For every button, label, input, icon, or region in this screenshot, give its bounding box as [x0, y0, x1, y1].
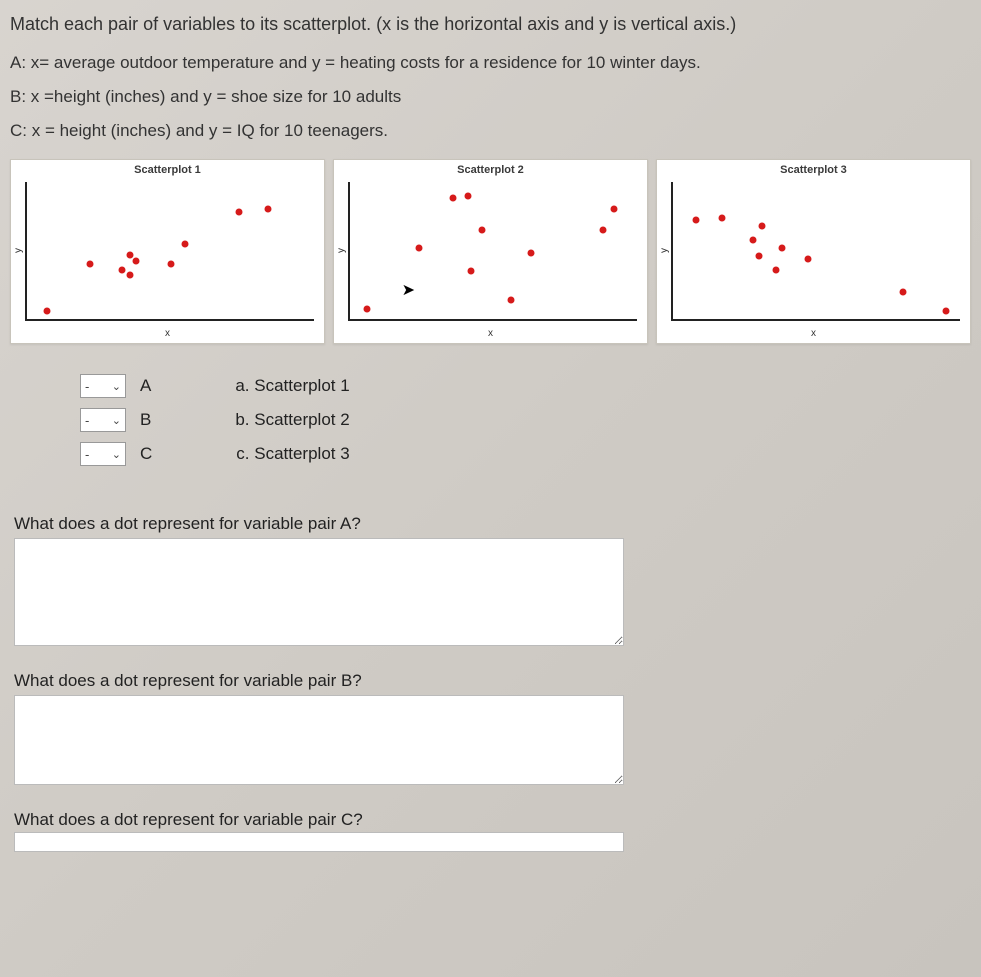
select-a[interactable]: -⌄ [80, 374, 126, 398]
instruction-text: Match each pair of variables to its scat… [10, 14, 971, 35]
scatterplot-3-axes [671, 182, 960, 321]
data-point [265, 206, 272, 213]
data-point [415, 244, 422, 251]
match-letter-a: A [140, 376, 151, 396]
data-point [773, 266, 780, 273]
question-c-label: What does a dot represent for variable p… [14, 810, 971, 830]
answer-a-textarea[interactable] [14, 538, 624, 646]
data-point [479, 226, 486, 233]
data-point [507, 296, 514, 303]
scatterplot-1-title: Scatterplot 1 [11, 164, 324, 176]
answer-c-textarea[interactable] [14, 832, 624, 852]
question-b-label: What does a dot represent for variable p… [14, 671, 971, 691]
data-point [804, 255, 811, 262]
scatterplot-1-axes [25, 182, 314, 321]
scatterplot-1: Scatterplot 1 y x [10, 159, 325, 344]
data-point [779, 244, 786, 251]
scatterplot-2-title: Scatterplot 2 [334, 164, 647, 176]
scatterplot-2-xlabel: x [334, 328, 647, 339]
data-point [692, 217, 699, 224]
option-b-text: B: x =height (inches) and y = shoe size … [10, 87, 971, 107]
scatterplot-3: Scatterplot 3 y x [656, 159, 971, 344]
scatterplot-2: Scatterplot 2 y ➤ x [333, 159, 648, 344]
select-c[interactable]: -⌄ [80, 442, 126, 466]
cursor-icon: ➤ [402, 280, 415, 300]
data-point [611, 206, 618, 213]
data-point [236, 209, 243, 216]
data-point [364, 306, 371, 313]
chevron-down-icon: ⌄ [112, 448, 121, 461]
scatterplot-1-xlabel: x [11, 328, 324, 339]
scatterplot-2-axes: ➤ [348, 182, 637, 321]
data-point [44, 307, 51, 314]
data-point [118, 266, 125, 273]
answer-b-textarea[interactable] [14, 695, 624, 785]
match-letter-b: B [140, 410, 151, 430]
scatterplot-2-ylabel: y [336, 248, 347, 253]
data-point [718, 214, 725, 221]
data-point [599, 226, 606, 233]
data-point [464, 192, 471, 199]
option-a-text: A: x= average outdoor temperature and y … [10, 53, 971, 73]
data-point [181, 240, 188, 247]
option-c-text: C: x = height (inches) and y = IQ for 10… [10, 121, 971, 141]
data-point [133, 258, 140, 265]
data-point [167, 261, 174, 268]
data-point [750, 236, 757, 243]
answer-b: b. Scatterplot 2 [235, 410, 349, 430]
data-point [756, 252, 763, 259]
scatterplot-3-xlabel: x [657, 328, 970, 339]
data-point [467, 268, 474, 275]
data-point [87, 261, 94, 268]
chevron-down-icon: ⌄ [112, 380, 121, 393]
scatterplot-3-title: Scatterplot 3 [657, 164, 970, 176]
match-letter-c: C [140, 444, 152, 464]
data-point [758, 222, 765, 229]
answer-a: a. Scatterplot 1 [235, 376, 349, 396]
question-a-label: What does a dot represent for variable p… [14, 514, 971, 534]
answer-c: c. Scatterplot 3 [236, 444, 349, 464]
plots-row: Scatterplot 1 y x Scatterplot 2 y ➤ x Sc… [10, 159, 971, 344]
scatterplot-1-ylabel: y [13, 248, 24, 253]
data-point [942, 307, 949, 314]
scatterplot-3-ylabel: y [659, 248, 670, 253]
data-point [450, 195, 457, 202]
select-b[interactable]: -⌄ [80, 408, 126, 432]
match-grid: -⌄ A a. Scatterplot 1 -⌄ B b. Scatterplo… [80, 374, 971, 466]
data-point [899, 288, 906, 295]
data-point [127, 251, 134, 258]
chevron-down-icon: ⌄ [112, 414, 121, 427]
data-point [527, 250, 534, 257]
data-point [127, 272, 134, 279]
